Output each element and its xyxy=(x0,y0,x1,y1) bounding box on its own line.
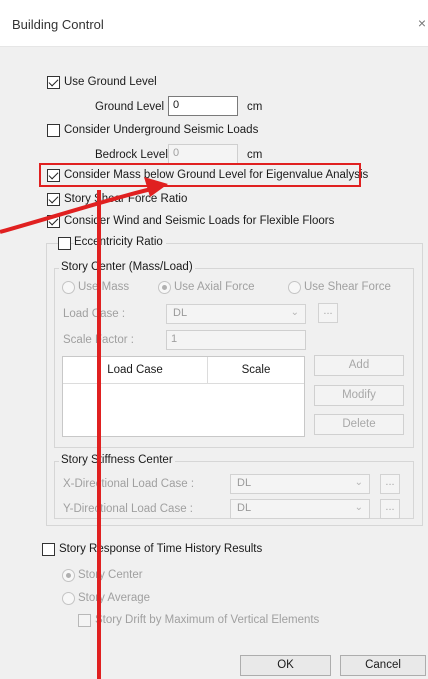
annotation-arrow-curve xyxy=(0,185,161,234)
annotation-arrowhead xyxy=(144,177,168,197)
annotation-overlay xyxy=(0,177,168,679)
